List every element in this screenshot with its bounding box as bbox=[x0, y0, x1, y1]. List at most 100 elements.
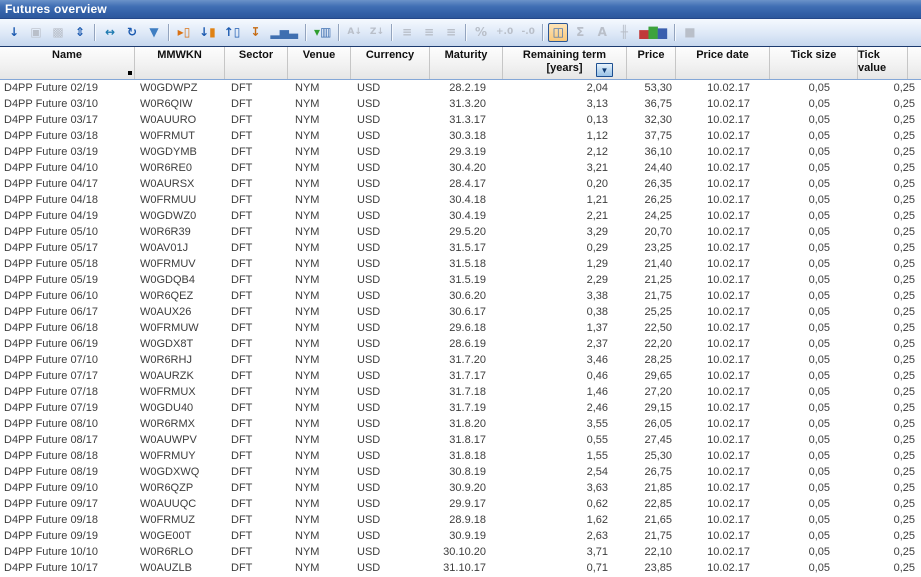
cell-name[interactable]: D4PP Future 10/17 bbox=[0, 560, 135, 576]
fit-height-icon[interactable]: ⇕ bbox=[70, 23, 90, 42]
cell-price_date[interactable]: 10.02.17 bbox=[676, 80, 770, 96]
select-columns-icon[interactable]: ▾▥ bbox=[311, 23, 334, 42]
cell-price[interactable]: 27,20 bbox=[627, 384, 676, 400]
cell-name[interactable]: D4PP Future 07/10 bbox=[0, 352, 135, 368]
cell-currency[interactable]: USD bbox=[351, 144, 430, 160]
cell-currency[interactable]: USD bbox=[351, 400, 430, 416]
cell-sector[interactable]: DFT bbox=[225, 512, 288, 528]
cell-name[interactable]: D4PP Future 04/10 bbox=[0, 160, 135, 176]
column-header-remaining_term[interactable]: Remaining term[years]▼ bbox=[503, 47, 627, 79]
cell-tick_value[interactable]: 0,25 bbox=[858, 448, 921, 464]
cell-name[interactable]: D4PP Future 03/19 bbox=[0, 144, 135, 160]
cell-sector[interactable]: DFT bbox=[225, 480, 288, 496]
cell-sector[interactable]: DFT bbox=[225, 304, 288, 320]
cell-tick_size[interactable]: 0,05 bbox=[770, 512, 858, 528]
column-in-icon[interactable]: ↓▮ bbox=[196, 23, 219, 42]
cell-venue[interactable]: NYM bbox=[288, 448, 351, 464]
cell-remaining_term[interactable]: 0,38 bbox=[503, 304, 627, 320]
move-to-bottom-icon[interactable]: ↧ bbox=[245, 23, 265, 42]
cell-tick_value[interactable]: 0,25 bbox=[858, 144, 921, 160]
cell-mmwkn[interactable]: W0GDYMB bbox=[135, 144, 225, 160]
cell-venue[interactable]: NYM bbox=[288, 352, 351, 368]
cell-price[interactable]: 21,75 bbox=[627, 528, 676, 544]
cell-name[interactable]: D4PP Future 06/17 bbox=[0, 304, 135, 320]
cell-mmwkn[interactable]: W0AUURO bbox=[135, 112, 225, 128]
cell-price_date[interactable]: 10.02.17 bbox=[676, 496, 770, 512]
cell-price[interactable]: 22,20 bbox=[627, 336, 676, 352]
cell-price[interactable]: 22,50 bbox=[627, 320, 676, 336]
cell-price_date[interactable]: 10.02.17 bbox=[676, 368, 770, 384]
cell-tick_value[interactable]: 0,25 bbox=[858, 528, 921, 544]
cell-maturity[interactable]: 31.7.19 bbox=[430, 400, 503, 416]
cell-remaining_term[interactable]: 0,29 bbox=[503, 240, 627, 256]
cell-mmwkn[interactable]: W0FRMUZ bbox=[135, 512, 225, 528]
cell-maturity[interactable]: 30.4.18 bbox=[430, 192, 503, 208]
cell-currency[interactable]: USD bbox=[351, 448, 430, 464]
cell-name[interactable]: D4PP Future 07/17 bbox=[0, 368, 135, 384]
cell-remaining_term[interactable]: 1,46 bbox=[503, 384, 627, 400]
cell-price_date[interactable]: 10.02.17 bbox=[676, 128, 770, 144]
cell-remaining_term[interactable]: 3,71 bbox=[503, 544, 627, 560]
cell-tick_value[interactable]: 0,25 bbox=[858, 560, 921, 576]
cell-currency[interactable]: USD bbox=[351, 256, 430, 272]
table-row[interactable]: D4PP Future 02/19W0GDWPZDFTNYMUSD28.2.19… bbox=[0, 80, 921, 96]
cell-price[interactable]: 32,30 bbox=[627, 112, 676, 128]
cell-venue[interactable]: NYM bbox=[288, 128, 351, 144]
column-filter-dropdown-button[interactable]: ▼ bbox=[596, 63, 613, 77]
cell-remaining_term[interactable]: 1,37 bbox=[503, 320, 627, 336]
cell-mmwkn[interactable]: W0R6QEZ bbox=[135, 288, 225, 304]
column-header-maturity[interactable]: Maturity bbox=[430, 47, 503, 79]
show-chart-icon[interactable]: ▅▇▆ bbox=[636, 23, 670, 42]
cell-price[interactable]: 26,05 bbox=[627, 416, 676, 432]
cell-tick_size[interactable]: 0,05 bbox=[770, 176, 858, 192]
cell-sector[interactable]: DFT bbox=[225, 272, 288, 288]
cell-price[interactable]: 25,25 bbox=[627, 304, 676, 320]
table-row[interactable]: D4PP Future 10/10W0R6RLODFTNYMUSD30.10.2… bbox=[0, 544, 921, 560]
cell-price_date[interactable]: 10.02.17 bbox=[676, 144, 770, 160]
column-header-price[interactable]: Price bbox=[627, 47, 676, 79]
cell-sector[interactable]: DFT bbox=[225, 96, 288, 112]
cell-tick_size[interactable]: 0,05 bbox=[770, 352, 858, 368]
cell-venue[interactable]: NYM bbox=[288, 368, 351, 384]
cell-price[interactable]: 29,65 bbox=[627, 368, 676, 384]
refresh-icon[interactable]: ↻ bbox=[122, 23, 142, 42]
cell-venue[interactable]: NYM bbox=[288, 144, 351, 160]
table-row[interactable]: D4PP Future 09/19W0GE00TDFTNYMUSD30.9.19… bbox=[0, 528, 921, 544]
table-row[interactable]: D4PP Future 08/10W0R6RMXDFTNYMUSD31.8.20… bbox=[0, 416, 921, 432]
cell-sector[interactable]: DFT bbox=[225, 112, 288, 128]
column-header-sector[interactable]: Sector bbox=[225, 47, 288, 79]
cell-sector[interactable]: DFT bbox=[225, 368, 288, 384]
cell-name[interactable]: D4PP Future 07/19 bbox=[0, 400, 135, 416]
cell-tick_size[interactable]: 0,05 bbox=[770, 112, 858, 128]
cell-tick_size[interactable]: 0,05 bbox=[770, 272, 858, 288]
cell-remaining_term[interactable]: 0,55 bbox=[503, 432, 627, 448]
cell-currency[interactable]: USD bbox=[351, 176, 430, 192]
cell-sector[interactable]: DFT bbox=[225, 544, 288, 560]
cell-mmwkn[interactable]: W0FRMUT bbox=[135, 128, 225, 144]
table-row[interactable]: D4PP Future 06/18W0FRMUWDFTNYMUSD29.6.18… bbox=[0, 320, 921, 336]
cell-maturity[interactable]: 30.6.20 bbox=[430, 288, 503, 304]
table-row[interactable]: D4PP Future 03/19W0GDYMBDFTNYMUSD29.3.19… bbox=[0, 144, 921, 160]
cell-mmwkn[interactable]: W0AURZK bbox=[135, 368, 225, 384]
cell-tick_value[interactable]: 0,25 bbox=[858, 272, 921, 288]
cell-price[interactable]: 25,30 bbox=[627, 448, 676, 464]
cell-remaining_term[interactable]: 0,20 bbox=[503, 176, 627, 192]
cell-tick_size[interactable]: 0,05 bbox=[770, 464, 858, 480]
cell-mmwkn[interactable]: W0R6RHJ bbox=[135, 352, 225, 368]
cell-tick_size[interactable]: 0,05 bbox=[770, 448, 858, 464]
filter-icon[interactable]: ▼ bbox=[144, 23, 164, 42]
cell-price_date[interactable]: 10.02.17 bbox=[676, 112, 770, 128]
cell-price[interactable]: 24,40 bbox=[627, 160, 676, 176]
cell-sector[interactable]: DFT bbox=[225, 432, 288, 448]
cell-price_date[interactable]: 10.02.17 bbox=[676, 544, 770, 560]
cell-name[interactable]: D4PP Future 07/18 bbox=[0, 384, 135, 400]
cell-maturity[interactable]: 31.7.17 bbox=[430, 368, 503, 384]
cell-price[interactable]: 21,25 bbox=[627, 272, 676, 288]
cell-tick_value[interactable]: 0,25 bbox=[858, 128, 921, 144]
cell-remaining_term[interactable]: 1,21 bbox=[503, 192, 627, 208]
cell-mmwkn[interactable]: W0AUX26 bbox=[135, 304, 225, 320]
cell-price_date[interactable]: 10.02.17 bbox=[676, 480, 770, 496]
load-rows-icon[interactable]: ↓ bbox=[4, 23, 24, 42]
cell-remaining_term[interactable]: 3,21 bbox=[503, 160, 627, 176]
cell-name[interactable]: D4PP Future 10/10 bbox=[0, 544, 135, 560]
